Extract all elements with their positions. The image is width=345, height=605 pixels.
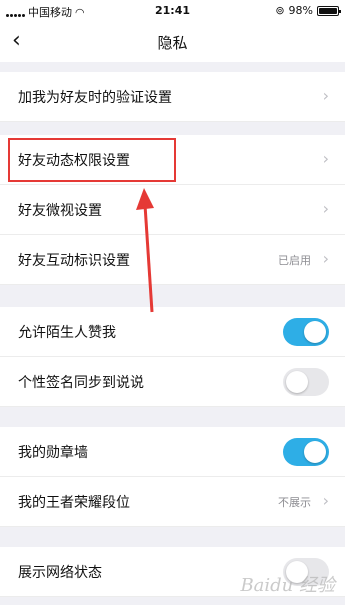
row-label: 我的勋章墙 xyxy=(18,445,88,461)
toggle-knob xyxy=(304,321,326,343)
chevron-right-icon: › xyxy=(322,149,329,168)
medal-wall-toggle[interactable] xyxy=(283,438,329,466)
chevron-right-icon: › xyxy=(322,86,329,105)
battery-icon xyxy=(317,5,341,16)
row-label: 允许陌生人赞我 xyxy=(18,325,116,341)
battery-percent: 98% xyxy=(288,4,313,17)
row-signature-sync: 个性签名同步到说说 xyxy=(0,357,345,407)
chevron-right-icon: › xyxy=(322,199,329,218)
row-friend-interaction-badge[interactable]: 好友互动标识设置 已启用 › xyxy=(0,235,345,285)
row-label: 我的王者荣耀段位 xyxy=(18,495,130,511)
highlight-box xyxy=(8,138,176,182)
page-title: 隐私 xyxy=(157,34,188,52)
row-label: 展示网络状态 xyxy=(18,565,102,581)
row-friend-weishi[interactable]: 好友微视设置 › xyxy=(0,185,345,235)
baidu-watermark: Baidu 经验 xyxy=(240,575,335,596)
toggle-knob xyxy=(286,371,308,393)
row-label: 个性签名同步到说说 xyxy=(18,375,144,391)
row-label: 好友互动标识设置 xyxy=(18,253,130,269)
row-label: 好友微视设置 xyxy=(18,203,102,219)
row-friend-verification[interactable]: 加我为好友时的验证设置 › xyxy=(0,72,345,122)
orientation-lock-icon: ⊚ xyxy=(275,4,285,17)
row-value: 已启用 xyxy=(278,254,311,267)
signature-sync-toggle[interactable] xyxy=(283,368,329,396)
row-value: 不展示 xyxy=(278,496,311,509)
allow-stranger-likes-toggle[interactable] xyxy=(283,318,329,346)
chevron-right-icon: › xyxy=(322,491,329,510)
toggle-knob xyxy=(304,441,326,463)
chevron-right-icon: › xyxy=(322,249,329,268)
row-king-glory-rank[interactable]: 我的王者荣耀段位 不展示 › xyxy=(0,477,345,527)
row-label: 加我为好友时的验证设置 xyxy=(18,90,172,106)
navigation-bar: ‹ 隐私 xyxy=(0,22,345,62)
row-allow-stranger-likes: 允许陌生人赞我 xyxy=(0,307,345,357)
status-right: ⊚ 98% xyxy=(275,4,341,17)
status-bar: 中国移动 ◠ 21:41 ⊚ 98% xyxy=(0,0,345,22)
row-medal-wall: 我的勋章墙 xyxy=(0,427,345,477)
